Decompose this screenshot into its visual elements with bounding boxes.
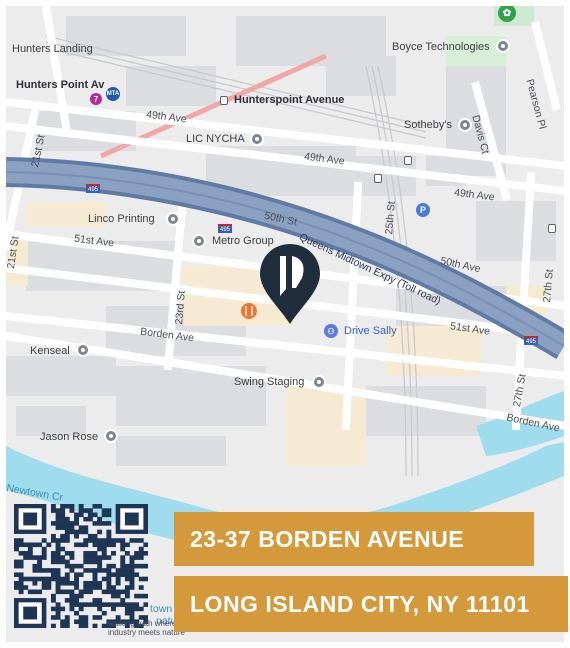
- qr-code[interactable]: [14, 504, 149, 629]
- map-label-hunters-point-av: Hunters Point Av: [16, 79, 105, 91]
- jason-rose-pin-icon[interactable]: [104, 429, 118, 443]
- map-label-drive-sally: Drive Sally: [344, 325, 397, 337]
- map-label-hunterspoint-avenue: Hunterspoint Avenue: [234, 94, 345, 106]
- mta-icon[interactable]: MTA: [106, 87, 120, 101]
- sothebys-pin-icon[interactable]: [458, 118, 472, 132]
- lic-nycha-pin-icon[interactable]: [250, 132, 264, 146]
- drive-sally-icon[interactable]: ⚇: [324, 324, 338, 338]
- i495-shield-icon-east: 495: [524, 336, 538, 345]
- map-label-sothebys: Sotheby's: [404, 119, 452, 131]
- map-label-hunters-landing: Hunters Landing: [12, 43, 93, 55]
- qr-finder-bottom-left: [14, 598, 47, 628]
- qr-code-graphic: [14, 504, 149, 629]
- map-label-kenseal: Kenseal: [30, 345, 70, 357]
- map-label-lic-nycha: LIC NYCHA: [186, 133, 245, 145]
- parking-icon[interactable]: P: [416, 203, 430, 217]
- station-entrance-icon-3[interactable]: [548, 224, 556, 233]
- kenseal-pin-icon[interactable]: [76, 343, 90, 357]
- hunterspoint-avenue-station-icon[interactable]: [220, 96, 228, 105]
- map-label-27th-st: 27th St: [541, 268, 556, 303]
- linco-printing-pin-icon[interactable]: [166, 212, 180, 226]
- i495-shield-icon-mid: 495: [218, 224, 232, 233]
- qr-finder-top-left: [14, 504, 47, 534]
- map-label-town: town: [150, 603, 173, 615]
- station-entrance-icon-1[interactable]: [404, 156, 412, 165]
- subway-line-7-icon[interactable]: 7: [90, 93, 102, 105]
- station-entrance-icon-2[interactable]: [374, 174, 382, 183]
- swing-staging-pin-icon[interactable]: [312, 375, 326, 389]
- map-label-linco-printing: Linco Printing: [88, 213, 155, 225]
- map-label-swing-staging: Swing Staging: [234, 376, 305, 388]
- address-line2-banner: LONG ISLAND CITY, NY 11101: [174, 576, 568, 632]
- boyce-technologies-pin-icon[interactable]: [496, 39, 510, 53]
- address-line1-banner: 23-37 BORDEN AVENUE: [174, 512, 534, 566]
- map-label-23rd-st: 23rd St: [173, 290, 188, 325]
- map-label-boyce-technologies: Boyce Technologies: [392, 41, 490, 53]
- map-label-metro-group: Metro Group: [212, 235, 274, 247]
- map-label-25th-st: 25th St: [383, 200, 398, 235]
- qr-finder-top-right: [115, 504, 148, 534]
- i495-shield-icon-west: 495: [86, 184, 100, 193]
- map-label-jason-rose: Jason Rose: [40, 431, 99, 443]
- flyer-frame: Hunters Landing Hunters Point Av 7 MTA B…: [0, 0, 570, 648]
- address-line1: 23-37 BORDEN AVENUE: [190, 525, 465, 552]
- metro-group-pin-icon[interactable]: [192, 234, 206, 248]
- address-line2: LONG ISLAND CITY, NY 11101: [190, 590, 530, 617]
